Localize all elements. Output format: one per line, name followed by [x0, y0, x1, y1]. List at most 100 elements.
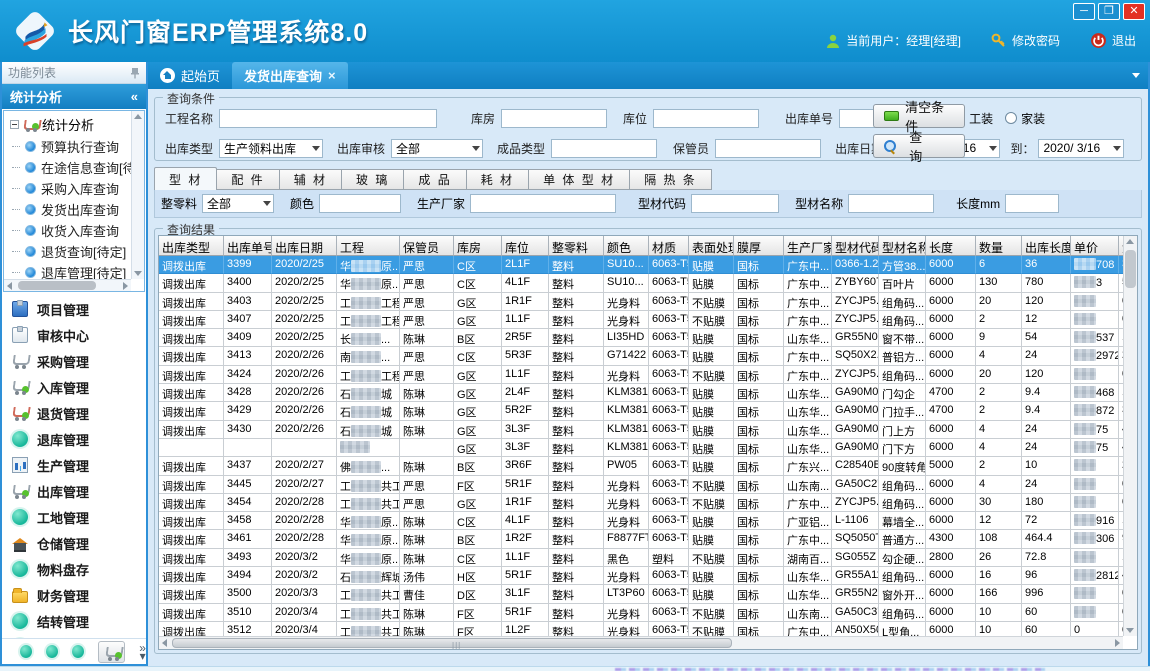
change-password-button[interactable]: 修改密码 [991, 32, 1060, 49]
profile-name-input[interactable] [848, 194, 934, 213]
scroll-up-icon[interactable] [1126, 239, 1134, 244]
sidebar-item-结转管理[interactable]: 结转管理 [2, 608, 146, 634]
grid-horizontal-scrollbar[interactable]: ||| [159, 636, 1123, 649]
table-row[interactable]: 调拨出库35102020/3/4工共工程陈琳F区5R1F整料光身料6063-T5… [159, 604, 1123, 622]
scroll-right-icon[interactable] [123, 282, 128, 290]
table-row[interactable]: 调拨出库34942020/3/2石辉城汤伟H区5R1F整料光身料6063-T5贴… [159, 567, 1123, 585]
logout-button[interactable]: 退出 [1090, 32, 1136, 49]
column-header-整零料[interactable]: 整零料 [549, 236, 604, 256]
keeper-input[interactable] [715, 139, 821, 158]
table-row[interactable]: 调拨出库34582020/2/28华原...陈琳C区4L1F整料光身料6063-… [159, 512, 1123, 530]
table-row[interactable]: 调拨出库34032020/2/25工工程严思G区1R1F整料光身料6063-T5… [159, 293, 1123, 311]
footer-dot-icon[interactable] [46, 645, 58, 658]
table-row[interactable]: 调拨出库35122020/3/4工共工程陈琳F区1L2F整料光身料6063-T5… [159, 622, 1123, 636]
column-header-颜色[interactable]: 颜色 [604, 236, 649, 256]
minimize-button[interactable]: ─ [1073, 3, 1095, 20]
footer-dot-icon[interactable] [20, 645, 32, 658]
tree-item[interactable]: 收货入库查询 [4, 220, 144, 241]
sidebar-item-采购管理[interactable]: 采购管理 [2, 348, 146, 374]
material-tab-隔热条[interactable]: 隔 热 条 [630, 169, 712, 190]
sidebar-item-入库管理[interactable]: 入库管理 [2, 374, 146, 400]
location-input[interactable] [653, 109, 759, 128]
column-header-材质[interactable]: 材质 [649, 236, 689, 256]
table-row[interactable]: 调拨出库35002020/3/3工共工程曹佳D区3L1F整料LT3P606063… [159, 585, 1123, 603]
column-header-长度[interactable]: 长度 [926, 236, 976, 256]
column-header-保管员[interactable]: 保管员 [400, 236, 454, 256]
tree-horizontal-scrollbar[interactable] [4, 279, 131, 291]
table-row[interactable]: 调拨出库34302020/2/26石城陈琳G区3L3F整料KLM38176063… [159, 421, 1123, 439]
table-row[interactable]: 调拨出库34612020/2/28华原...陈琳B区1R2F整料F8877FT6… [159, 530, 1123, 548]
date-to-select[interactable]: 2020/ 3/16 [1038, 139, 1124, 158]
pin-icon[interactable] [130, 67, 140, 79]
column-header-表面处理[interactable]: 表面处理 [689, 236, 734, 256]
footer-cart-button[interactable] [98, 641, 126, 663]
table-row[interactable]: 调拨出库34452020/2/27工共工程严思F区5R1F整料光身料6063-T… [159, 476, 1123, 494]
project-name-input[interactable] [219, 109, 437, 128]
tabbar-dropdown-icon[interactable] [1132, 73, 1140, 78]
table-row[interactable]: 调拨出库34542020/2/28工共工程严思G区1R1F整料光身料6063-T… [159, 494, 1123, 512]
tab-close-icon[interactable]: × [328, 68, 336, 83]
profile-code-input[interactable] [691, 194, 779, 213]
column-header-出库日期[interactable]: 出库日期 [272, 236, 337, 256]
column-header-出库单号[interactable]: 出库单号 [224, 236, 272, 256]
tree-root-statistics[interactable]: 统计分析 [4, 111, 144, 136]
material-tab-玻璃[interactable]: 玻 璃 [342, 169, 404, 190]
tree-item[interactable]: 预算执行查询 [4, 136, 144, 157]
tree-item[interactable]: 在途信息查询[待 [4, 157, 144, 178]
column-header-出库长度[interactable]: 出库长度 [1022, 236, 1071, 256]
sidebar-item-工地管理[interactable]: 工地管理 [2, 504, 146, 530]
column-header-工程[interactable]: 工程 [337, 236, 400, 256]
material-tab-型材[interactable]: 型 材 [154, 167, 217, 190]
tree-item[interactable]: 发货出库查询 [4, 199, 144, 220]
table-row[interactable]: 调拨出库34282020/2/26石城陈琳G区2L4F整料KLM38176063… [159, 384, 1123, 402]
sidebar-item-项目管理[interactable]: 项目管理 [2, 296, 146, 322]
length-input[interactable] [1005, 194, 1059, 213]
tree-item[interactable]: 采购入库查询 [4, 178, 144, 199]
tab-home[interactable]: 起始页 [148, 62, 232, 89]
table-row[interactable]: 调拨出库34242020/2/26工工程严思G区1L1F整料光身料6063-T5… [159, 366, 1123, 384]
material-tab-耗材[interactable]: 耗 材 [467, 169, 529, 190]
material-tab-单体型材[interactable]: 单 体 型 材 [529, 169, 630, 190]
sidebar-item-退货管理[interactable]: 退货管理 [2, 400, 146, 426]
maker-input[interactable] [470, 194, 616, 213]
sidebar-item-出库管理[interactable]: 出库管理 [2, 478, 146, 504]
out-type-select[interactable]: 生产领料出库 [219, 139, 323, 158]
scroll-down-icon[interactable] [1126, 628, 1134, 633]
material-tab-成品[interactable]: 成 品 [404, 169, 466, 190]
warehouse-input[interactable] [501, 109, 607, 128]
whole-part-select[interactable]: 全部 [202, 194, 274, 213]
scroll-left-icon[interactable] [162, 639, 167, 647]
scroll-up-icon[interactable] [134, 114, 142, 119]
material-tab-辅材[interactable]: 辅 材 [280, 169, 342, 190]
audit-select[interactable]: 全部 [391, 139, 483, 158]
column-header-生产厂家[interactable]: 生产厂家 [784, 236, 832, 256]
column-header-出库类型[interactable]: 出库类型 [159, 236, 224, 256]
scroll-left-icon[interactable] [7, 282, 12, 290]
tree-item[interactable]: 退货查询[待定] [4, 241, 144, 262]
sidebar-item-仓储管理[interactable]: 仓储管理 [2, 530, 146, 556]
column-header-数量[interactable]: 数量 [976, 236, 1022, 256]
collapse-icon[interactable]: « [131, 89, 138, 104]
tree-hscroll-thumb[interactable] [18, 281, 96, 290]
column-header-膜厚[interactable]: 膜厚 [734, 236, 784, 256]
product-type-input[interactable] [551, 139, 657, 158]
footer-dot-icon[interactable] [72, 645, 84, 658]
tree-expander-icon[interactable] [10, 120, 19, 129]
column-header-型材名称[interactable]: 型材名称 [879, 236, 926, 256]
grid-vscroll-thumb[interactable] [1125, 250, 1136, 288]
table-row[interactable]: 调拨出库34002020/2/25华原...严思C区4L1F整料SU10...6… [159, 274, 1123, 292]
scroll-right-icon[interactable] [1115, 639, 1120, 647]
footer-more-button[interactable]: »▾ [139, 644, 146, 660]
maximize-button[interactable]: ❐ [1098, 3, 1120, 20]
material-tab-配件[interactable]: 配 件 [217, 169, 279, 190]
column-header-库位[interactable]: 库位 [502, 236, 549, 256]
table-row[interactable]: 调拨出库34072020/2/25工工程严思G区1L1F整料光身料6063-T5… [159, 311, 1123, 329]
table-row[interactable]: 调拨出库34292020/2/26石城陈琳G区5R2F整料KLM38176063… [159, 402, 1123, 420]
scroll-down-icon[interactable] [134, 271, 142, 276]
table-row[interactable]: 调拨出库34092020/2/25长...陈琳B区2R5F整料LI35HD606… [159, 329, 1123, 347]
sidebar-item-退库管理[interactable]: 退库管理 [2, 426, 146, 452]
sidebar-item-物料盘存[interactable]: 物料盘存 [2, 556, 146, 582]
tab-shipment-query[interactable]: 发货出库查询 × [232, 62, 348, 89]
radio-home[interactable]: 家装 [1005, 110, 1045, 127]
color-input[interactable] [319, 194, 401, 213]
